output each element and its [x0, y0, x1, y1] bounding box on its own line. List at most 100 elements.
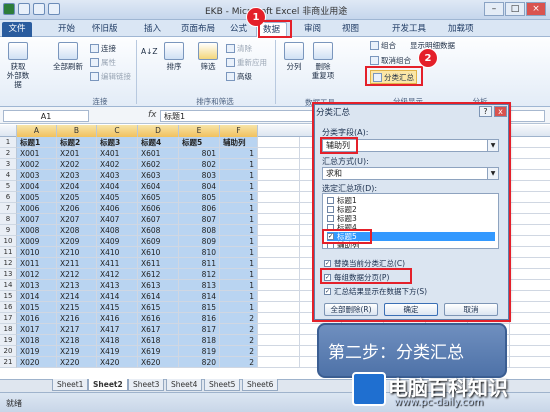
table-cell[interactable]: 标题5 — [179, 137, 220, 148]
minimize-button[interactable]: – — [484, 2, 504, 16]
table-cell[interactable]: X001 — [17, 148, 57, 159]
table-cell[interactable]: X006 — [17, 203, 57, 214]
table-cell[interactable]: 820 — [179, 357, 220, 368]
table-cell[interactable]: 标题1 — [17, 137, 57, 148]
table-cell[interactable]: 817 — [179, 324, 220, 335]
sheet-tab[interactable]: Sheet5 — [204, 379, 241, 391]
ungroup-button[interactable]: 取消组合 — [370, 55, 411, 66]
table-cell[interactable]: 标题3 — [97, 137, 138, 148]
cancel-button[interactable]: 取消 — [444, 303, 498, 316]
sheet-tab[interactable]: Sheet6 — [242, 379, 279, 391]
table-cell[interactable]: X005 — [17, 192, 57, 203]
tab-addins[interactable]: 加载项 — [442, 22, 480, 37]
table-cell[interactable] — [510, 324, 550, 335]
table-cell[interactable]: 1 — [220, 203, 258, 214]
row-header[interactable]: 14 — [0, 280, 17, 291]
table-cell[interactable]: X618 — [138, 335, 179, 346]
table-cell[interactable]: X017 — [17, 324, 57, 335]
table-cell[interactable]: X201 — [57, 148, 97, 159]
table-cell[interactable]: X413 — [97, 280, 138, 291]
table-cell[interactable] — [258, 291, 300, 302]
table-cell[interactable]: X202 — [57, 159, 97, 170]
table-cell[interactable]: 1 — [220, 291, 258, 302]
table-cell[interactable]: X602 — [138, 159, 179, 170]
table-cell[interactable]: X010 — [17, 247, 57, 258]
table-cell[interactable]: X203 — [57, 170, 97, 181]
table-cell[interactable]: 1 — [220, 192, 258, 203]
table-cell[interactable]: 2 — [220, 313, 258, 324]
table-cell[interactable] — [510, 247, 550, 258]
table-cell[interactable] — [510, 214, 550, 225]
table-cell[interactable]: 805 — [179, 192, 220, 203]
table-cell[interactable]: X209 — [57, 236, 97, 247]
row-header[interactable]: 8 — [0, 214, 17, 225]
table-cell[interactable]: X004 — [17, 181, 57, 192]
table-cell[interactable]: X019 — [17, 346, 57, 357]
table-cell[interactable]: X406 — [97, 203, 138, 214]
table-cell[interactable] — [510, 335, 550, 346]
table-cell[interactable]: X403 — [97, 170, 138, 181]
properties-button[interactable]: 属性 — [90, 57, 116, 68]
table-cell[interactable]: 标题4 — [138, 137, 179, 148]
table-cell[interactable]: X606 — [138, 203, 179, 214]
table-cell[interactable]: X620 — [138, 357, 179, 368]
table-cell[interactable] — [510, 236, 550, 247]
table-cell[interactable] — [510, 159, 550, 170]
table-cell[interactable]: X008 — [17, 225, 57, 236]
table-cell[interactable]: X219 — [57, 346, 97, 357]
table-cell[interactable]: X213 — [57, 280, 97, 291]
table-cell[interactable] — [258, 214, 300, 225]
sheet-tab[interactable]: Sheet2 — [88, 379, 128, 391]
tab-review[interactable]: 审阅 — [298, 22, 327, 37]
row-header[interactable]: 17 — [0, 313, 17, 324]
table-cell[interactable]: X619 — [138, 346, 179, 357]
table-cell[interactable]: X419 — [97, 346, 138, 357]
column-header[interactable]: F — [220, 125, 258, 137]
row-header[interactable]: 19 — [0, 335, 17, 346]
row-header[interactable]: 13 — [0, 269, 17, 280]
table-cell[interactable]: X018 — [17, 335, 57, 346]
table-cell[interactable] — [510, 203, 550, 214]
row-header[interactable]: 20 — [0, 346, 17, 357]
table-cell[interactable]: 2 — [220, 324, 258, 335]
table-cell[interactable]: 818 — [179, 335, 220, 346]
table-cell[interactable]: 1 — [220, 181, 258, 192]
clear-button[interactable]: 清除 — [226, 43, 252, 54]
table-cell[interactable] — [510, 346, 550, 357]
table-cell[interactable]: X405 — [97, 192, 138, 203]
table-cell[interactable]: X614 — [138, 291, 179, 302]
table-cell[interactable]: 1 — [220, 236, 258, 247]
name-box[interactable]: A1 — [3, 110, 89, 122]
table-cell[interactable]: X205 — [57, 192, 97, 203]
tab-developer[interactable]: 开发工具 — [386, 22, 432, 37]
sort-button[interactable]: 排序 — [160, 42, 188, 71]
table-cell[interactable]: X417 — [97, 324, 138, 335]
table-cell[interactable]: X402 — [97, 159, 138, 170]
table-cell[interactable]: X608 — [138, 225, 179, 236]
table-cell[interactable] — [258, 247, 300, 258]
tab-view[interactable]: 视图 — [336, 22, 365, 37]
table-cell[interactable]: 808 — [179, 225, 220, 236]
table-cell[interactable]: 811 — [179, 258, 220, 269]
dialog-close-button[interactable]: x — [494, 106, 507, 117]
table-cell[interactable]: X007 — [17, 214, 57, 225]
table-cell[interactable] — [258, 225, 300, 236]
table-cell[interactable]: X420 — [97, 357, 138, 368]
table-cell[interactable]: X015 — [17, 302, 57, 313]
table-cell[interactable]: X601 — [138, 148, 179, 159]
table-cell[interactable] — [258, 236, 300, 247]
select-all-corner[interactable] — [0, 125, 17, 137]
table-cell[interactable] — [510, 291, 550, 302]
column-header[interactable]: D — [138, 125, 179, 137]
table-cell[interactable]: X208 — [57, 225, 97, 236]
table-cell[interactable]: X616 — [138, 313, 179, 324]
table-cell[interactable]: X605 — [138, 192, 179, 203]
table-cell[interactable]: 1 — [220, 302, 258, 313]
table-cell[interactable]: X020 — [17, 357, 57, 368]
table-cell[interactable]: X220 — [57, 357, 97, 368]
table-cell[interactable]: X215 — [57, 302, 97, 313]
sheet-tab[interactable]: Sheet3 — [128, 379, 165, 391]
table-cell[interactable]: X412 — [97, 269, 138, 280]
close-button[interactable]: × — [526, 2, 546, 16]
table-cell[interactable] — [510, 280, 550, 291]
